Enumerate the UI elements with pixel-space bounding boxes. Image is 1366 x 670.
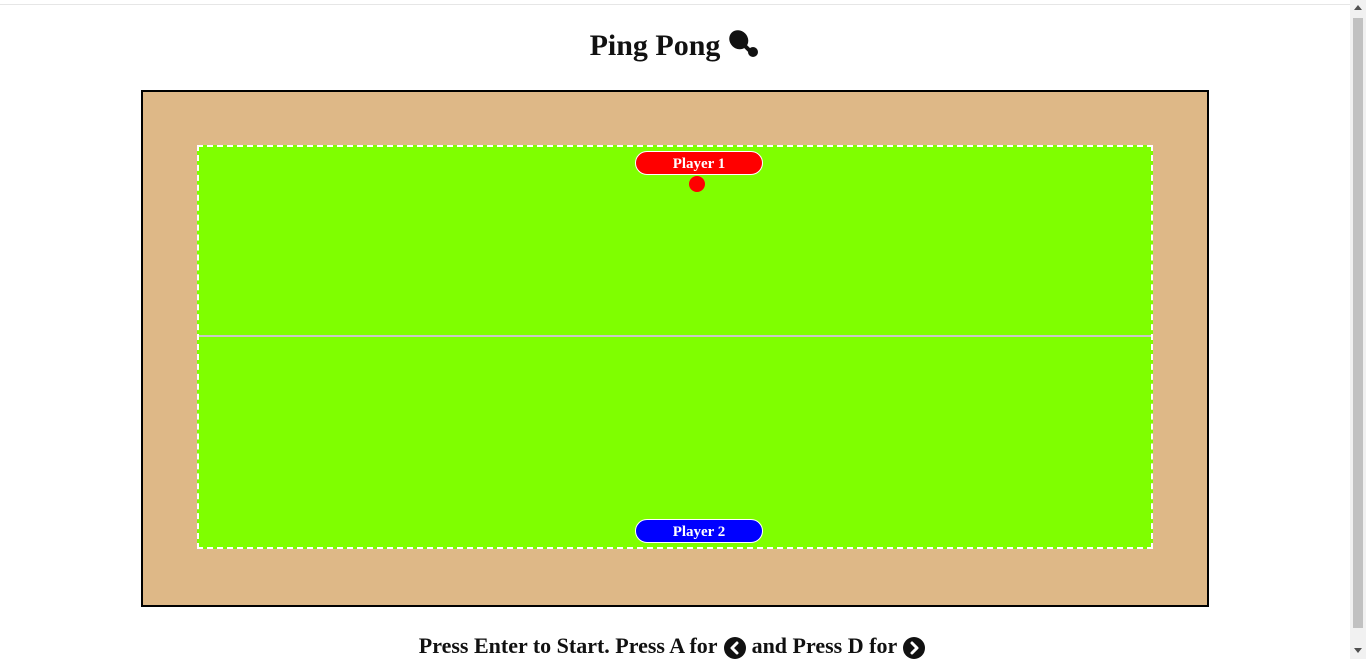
chevron-right-circle-icon	[903, 634, 926, 659]
top-border	[0, 0, 1350, 5]
scroll-down-arrow-icon[interactable]	[1354, 648, 1362, 653]
chevron-left-circle-icon	[723, 634, 746, 659]
page: Ping Pong Player 1 Player 2 Press Enter …	[0, 0, 1350, 659]
scroll-up-arrow-icon[interactable]	[1354, 5, 1362, 10]
player-1-paddle: Player 1	[635, 151, 763, 175]
page-title: Ping Pong	[0, 26, 1350, 66]
ball	[689, 176, 705, 192]
scrollbar-thumb[interactable]	[1353, 18, 1363, 628]
player-2-paddle: Player 2	[635, 519, 763, 543]
table-net	[199, 335, 1151, 337]
title-text: Ping Pong	[589, 29, 721, 62]
ping-pong-paddle-icon	[726, 27, 760, 61]
instructions-part1: Press Enter to Start. Press A for	[418, 633, 718, 658]
vertical-scrollbar[interactable]	[1350, 0, 1366, 659]
ping-pong-table: Player 1 Player 2	[197, 145, 1153, 549]
instructions-part2: and Press D for	[751, 633, 898, 658]
game-board: Player 1 Player 2	[141, 90, 1209, 607]
